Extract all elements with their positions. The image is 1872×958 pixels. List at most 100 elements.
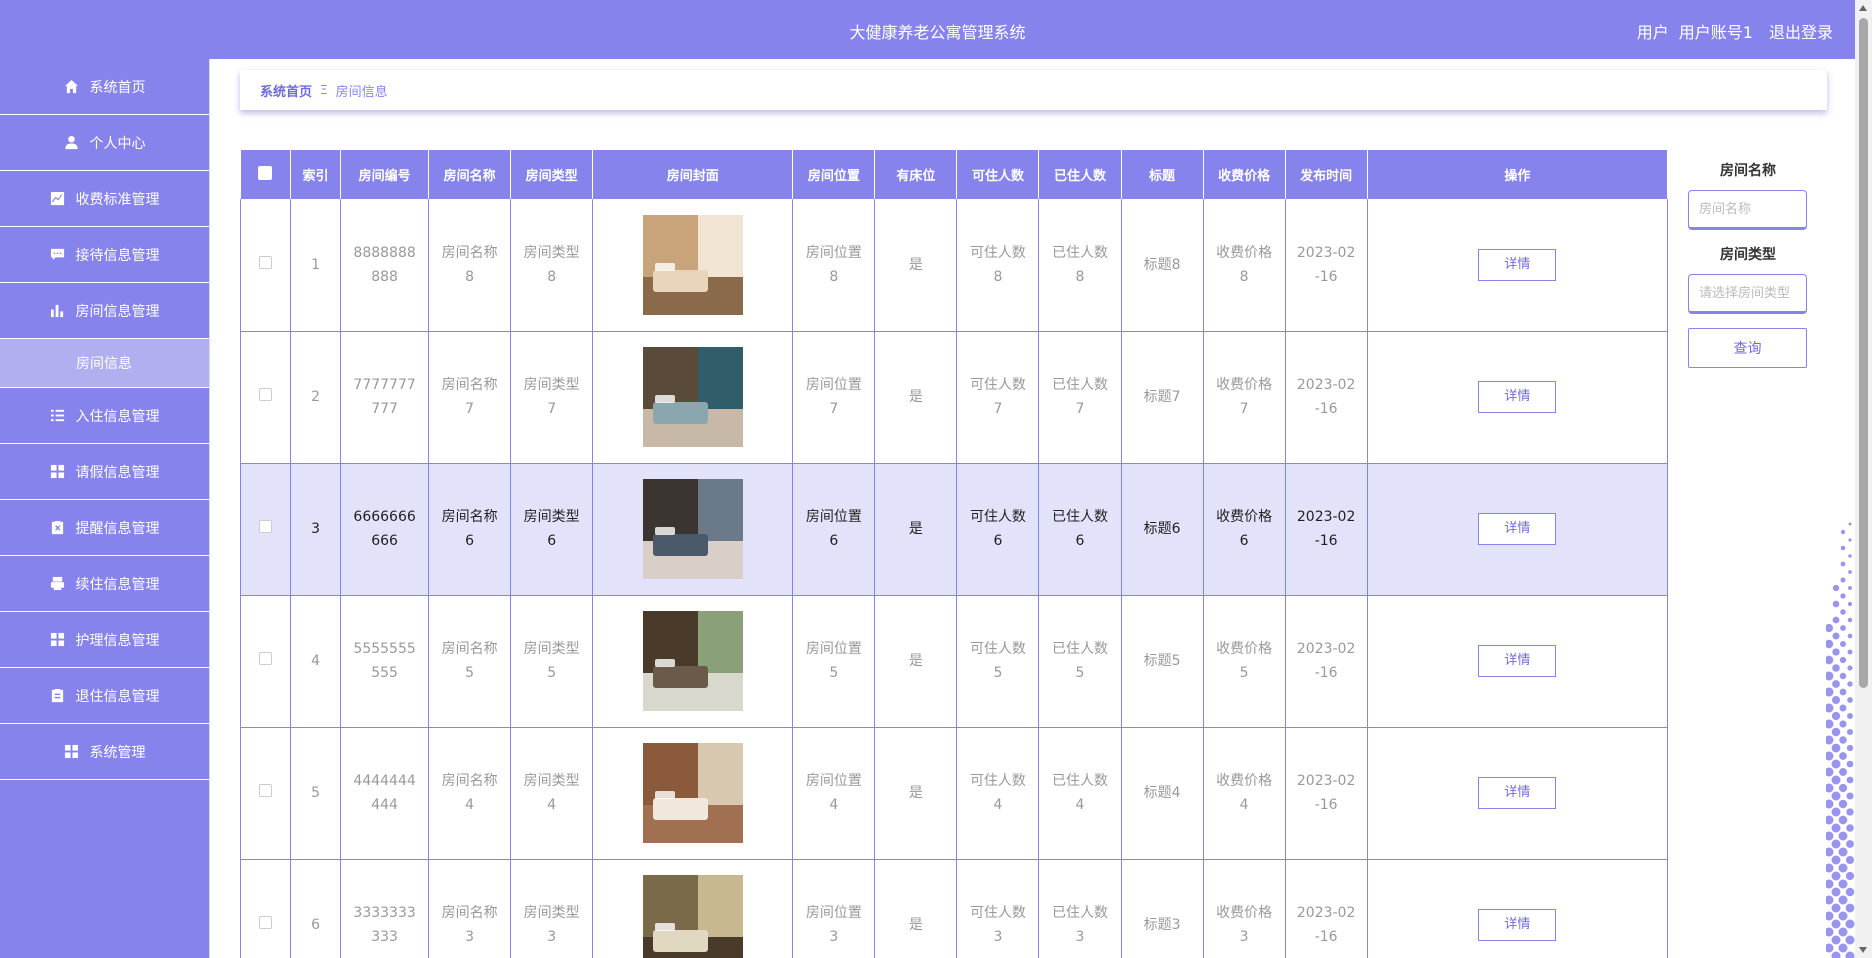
- sidebar-item-nursing[interactable]: 护理信息管理: [0, 612, 209, 668]
- sidebar-item-label: 房间信息: [76, 356, 132, 372]
- user-account: 用户账号1: [1678, 23, 1753, 42]
- sidebar-item-renewal[interactable]: 续住信息管理: [0, 556, 209, 612]
- table-row[interactable]: 1 8888888888 房间名称8 房间类型8 房间位置8 是可住人数8 已住人数8 标题8…: [240, 199, 1668, 332]
- grid-icon: [50, 632, 66, 648]
- cover-cell: [592, 463, 794, 596]
- sidebar-item-checkout[interactable]: 退住信息管理: [0, 668, 209, 724]
- user-role: 用户: [1636, 23, 1669, 42]
- decorative-dot: [1847, 713, 1853, 719]
- row-checkbox[interactable]: [259, 520, 273, 533]
- select-cell: [240, 595, 292, 728]
- query-button[interactable]: 查询: [1688, 328, 1807, 368]
- decorative-dot: [1826, 783, 1834, 793]
- table-row[interactable]: 5 4444444444 房间名称4 房间类型4 房间位置4 是可住人数4 已住人数4 标题4…: [240, 727, 1668, 860]
- breadcrumb: 系统首页 Ξ 房间信息: [240, 70, 1827, 110]
- sidebar-item-room-management[interactable]: 房间信息管理: [0, 283, 209, 339]
- column-header[interactable]: 房间名称: [428, 150, 512, 199]
- sidebar-item-label: 个人中心: [89, 135, 146, 152]
- detail-button[interactable]: 详情: [1478, 513, 1557, 545]
- decorative-dot: [1826, 927, 1834, 937]
- home-icon: [64, 79, 80, 95]
- sidebar-item-room-info[interactable]: 房间信息: [0, 339, 209, 388]
- room-code-cell: 3333333333: [340, 859, 430, 958]
- row-checkbox[interactable]: [259, 652, 273, 665]
- decorative-dot: [1840, 561, 1846, 567]
- sidebar-item-leave[interactable]: 请假信息管理: [0, 444, 209, 500]
- action-cell: 详情: [1366, 331, 1668, 464]
- row-checkbox[interactable]: [259, 255, 273, 269]
- table-row[interactable]: 3 6666666666 房间名称6 房间类型6 房间位置6 是可住人数6 已住人数6 标题6…: [240, 463, 1668, 596]
- row-checkbox[interactable]: [259, 916, 273, 929]
- scroll-up-arrow-icon[interactable]: [1859, 5, 1867, 11]
- decorative-dot: [1826, 671, 1834, 681]
- scroll-thumb[interactable]: [1859, 18, 1868, 688]
- sidebar-item-checkin[interactable]: 入住信息管理: [0, 388, 209, 444]
- column-header[interactable]: 房间类型: [510, 150, 594, 199]
- column-header[interactable]: 索引: [290, 150, 342, 199]
- bed-cell: 是: [874, 199, 958, 332]
- column-header[interactable]: 标题: [1121, 150, 1204, 199]
- select-cell: [240, 331, 292, 464]
- detail-button[interactable]: 详情: [1478, 777, 1557, 809]
- decorative-dot: [1839, 672, 1847, 680]
- decorative-dot: [1847, 617, 1853, 623]
- price-cell: 收费价格5: [1202, 595, 1286, 728]
- price-cell: 收费价格8: [1202, 199, 1286, 332]
- decorative-dot: [1848, 570, 1852, 574]
- sidebar-item-reception[interactable]: 接待信息管理: [0, 227, 209, 283]
- cover-cell: [592, 859, 794, 958]
- cover-cell: [592, 727, 794, 860]
- room-cover-image: [642, 347, 743, 447]
- room-type-select[interactable]: [1688, 274, 1807, 314]
- table-row[interactable]: 4 5555555555 房间名称5 房间类型5 房间位置5 是可住人数5 已住人数5 标题5…: [240, 595, 1668, 728]
- column-header[interactable]: 房间编号: [340, 150, 430, 199]
- room-table-container: 索引 房间编号 房间名称 房间类型 房间封面 房间位置 有床位 可住人数 已住人…: [240, 150, 1668, 958]
- decorative-dot: [1838, 879, 1848, 889]
- detail-button[interactable]: 详情: [1478, 645, 1557, 677]
- capacity-cell: 可住人数5: [956, 595, 1040, 728]
- column-header[interactable]: 有床位: [874, 150, 958, 199]
- row-checkbox[interactable]: [259, 784, 273, 797]
- room-cover-image: [642, 743, 743, 843]
- decorative-dot: [1846, 840, 1854, 848]
- decorative-dot: [1831, 695, 1841, 705]
- sidebar-item-home[interactable]: 系统首页: [0, 59, 209, 115]
- decorative-dot: [1845, 919, 1855, 929]
- column-header[interactable]: 收费价格: [1203, 150, 1286, 199]
- column-header[interactable]: 发布时间: [1285, 150, 1368, 199]
- room-code-cell: 7777777777: [340, 331, 430, 464]
- table-row[interactable]: 6 3333333333 房间名称3 房间类型3 房间位置3 是可住人数3 已住人数3 标题3…: [240, 859, 1668, 958]
- room-type-cell: 房间类型3: [510, 859, 594, 958]
- printer-icon: [50, 576, 66, 592]
- bed-cell: 是: [874, 595, 958, 728]
- column-header[interactable]: 房间位置: [792, 150, 876, 199]
- scroll-down-arrow-icon[interactable]: [1859, 947, 1867, 953]
- page-scrollbar[interactable]: [1855, 0, 1872, 958]
- column-header[interactable]: 已住人数: [1038, 150, 1122, 199]
- top-header: 大健康养老公寓管理系统 用户 用户账号1 退出登录: [0, 0, 1855, 59]
- bed-cell: 是: [874, 331, 958, 464]
- capacity-cell: 可住人数4: [956, 727, 1040, 860]
- select-all-checkbox[interactable]: [258, 165, 273, 180]
- sidebar-item-system[interactable]: 系统管理: [0, 724, 209, 780]
- sidebar-item-fee-standard[interactable]: 收费标准管理: [0, 171, 209, 227]
- decorative-dot: [1831, 919, 1841, 929]
- column-header[interactable]: 房间封面: [592, 150, 794, 199]
- detail-button[interactable]: 详情: [1478, 381, 1557, 413]
- decorative-dot: [1847, 601, 1853, 607]
- location-cell: 房间位置8: [792, 199, 876, 332]
- detail-button[interactable]: 详情: [1478, 909, 1557, 941]
- decorative-dot: [1831, 887, 1841, 897]
- row-checkbox[interactable]: [259, 388, 273, 401]
- table-row[interactable]: 2 7777777777 房间名称7 房间类型7 房间位置7 是可住人数7 已住人数7 标题7…: [240, 331, 1668, 464]
- decorative-dot: [1838, 783, 1848, 793]
- column-header[interactable]: 可住人数: [956, 150, 1040, 199]
- sidebar-item-reminder[interactable]: 提醒信息管理: [0, 500, 209, 556]
- breadcrumb-home[interactable]: 系统首页: [260, 81, 312, 100]
- room-name-input[interactable]: [1688, 190, 1807, 230]
- occupied-cell: 已住人数3: [1038, 859, 1122, 958]
- detail-button[interactable]: 详情: [1478, 248, 1557, 281]
- index-cell: 2: [290, 331, 342, 464]
- sidebar-item-personal-center[interactable]: 个人中心: [0, 115, 209, 171]
- logout-link[interactable]: 退出登录: [1769, 19, 1833, 43]
